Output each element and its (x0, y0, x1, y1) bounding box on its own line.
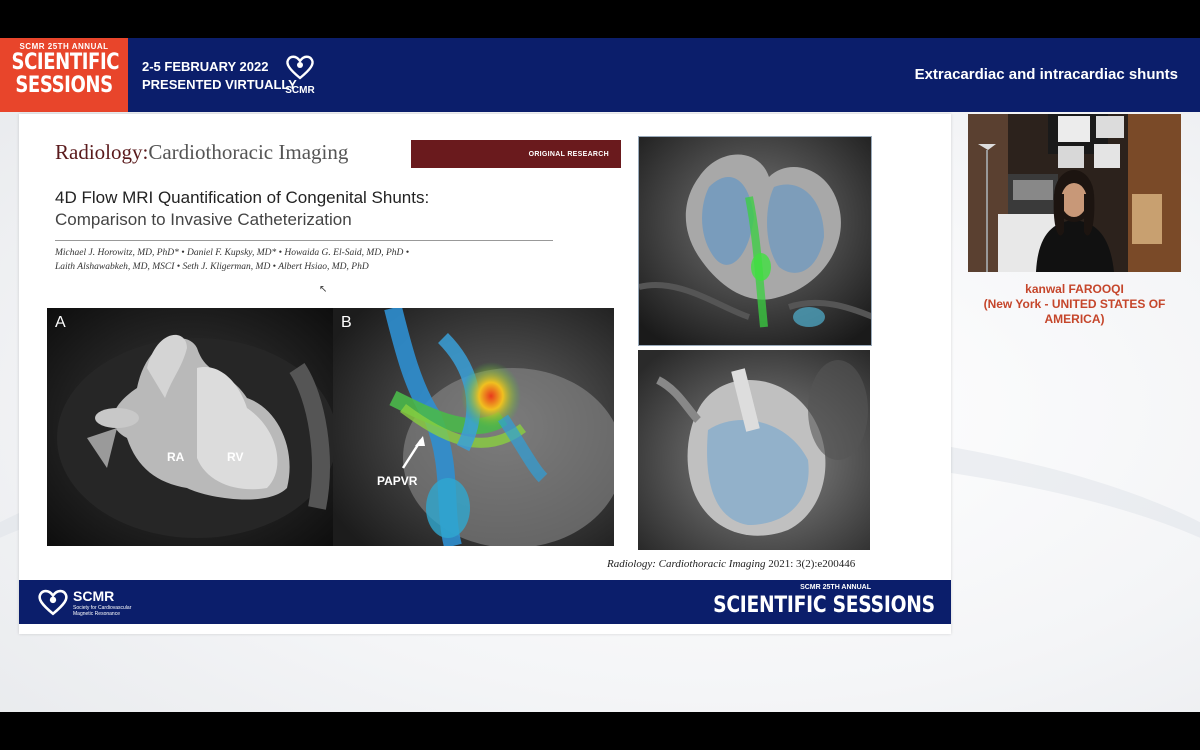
mri-image-a (47, 308, 333, 546)
presenter-video (968, 114, 1181, 272)
logo-line-2: SESSIONS (15, 73, 113, 98)
mri-panel-b: B PAPVR (333, 308, 614, 546)
letterbox-top (0, 0, 1200, 38)
article-subtitle: Comparison to Invasive Catheterization (55, 210, 352, 229)
scmr-logo: SCMR (282, 54, 318, 98)
presenter-caption: kanwal FAROOQI (New York - UNITED STATES… (962, 282, 1187, 327)
journal-title: Radiology: (55, 140, 149, 164)
presenter-video-feed (968, 114, 1181, 272)
logo-line-1: SCIENTIFIC (11, 50, 120, 75)
journal-section: Cardiothoracic Imaging (148, 140, 349, 164)
session-title: Extracardiac and intracardiac shunts (914, 66, 1178, 83)
scmr-logo-text: SCMR (285, 85, 315, 96)
label-papvr: PAPVR (377, 474, 418, 488)
article-title: 4D Flow MRI Quantification of Congenital… (55, 188, 430, 207)
heart-logo-icon (286, 55, 314, 80)
presenter-name: kanwal FAROOQI (1025, 282, 1124, 296)
presenter-location: (New York - UNITED STATES OF AMERICA) (983, 297, 1166, 326)
presentation-slide: Radiology:Cardiothoracic Imaging ORIGINA… (19, 114, 951, 634)
scientific-sessions-logo: SCMR 25TH ANNUAL SCIENTIFIC SESSIONS (0, 38, 128, 112)
event-header: SCMR 25TH ANNUAL SCIENTIFIC SESSIONS 2-5… (0, 38, 1200, 112)
article-citation: Radiology: Cardiothoracic Imaging 2021: … (607, 558, 855, 570)
event-dates: 2-5 FEBRUARY 2022 PRESENTED VIRTUALLY (142, 58, 297, 94)
journal-name: Radiology:Cardiothoracic Imaging (55, 140, 348, 165)
slide-footer: SCMR Society for Cardiovascular Magnetic… (19, 580, 951, 624)
heart-logo-icon (38, 589, 68, 616)
footer-scmr-logo: SCMR Society for Cardiovascular Magnetic… (37, 588, 131, 621)
label-right-atrium: RA (167, 450, 185, 464)
mri-image-b (333, 308, 614, 546)
panel-label-b: B (341, 314, 352, 331)
footer-sessions-text: SCIENTIFIC SESSIONS (713, 593, 935, 618)
mri-panel-ventricle (638, 350, 870, 550)
mri-image-4ch (639, 137, 871, 345)
footer-org-description: Society for Cardiovascular Magnetic Reso… (73, 605, 132, 617)
article-authors-line-2: Laith Alshawabkeh, MD, MSCI • Seth J. Kl… (55, 262, 369, 272)
video-stage: SCMR 25TH ANNUAL SCIENTIFIC SESSIONS 2-5… (0, 38, 1200, 712)
event-date-range: 2-5 FEBRUARY 2022 (142, 59, 269, 74)
article-type-tag: ORIGINAL RESEARCH (411, 140, 621, 168)
article-authors-line-1: Michael J. Horowitz, MD, PhD* • Daniel F… (55, 248, 410, 258)
mri-image-ventricle (638, 350, 870, 550)
mouse-cursor-icon: ↖ (319, 284, 328, 295)
panel-label-a: A (55, 314, 66, 331)
letterbox-bottom (0, 712, 1200, 750)
footer-org-name: SCMR (73, 588, 115, 604)
event-format: PRESENTED VIRTUALLY (142, 77, 297, 92)
mri-panel-a: A RA RV (47, 308, 333, 546)
label-right-ventricle: RV (227, 450, 244, 464)
footer-annual-text: SCMR 25TH ANNUAL (800, 584, 871, 591)
title-divider (55, 240, 553, 241)
citation-reference: 2021: 3(2):e200446 (768, 558, 856, 570)
citation-journal: Radiology: Cardiothoracic Imaging (607, 558, 766, 570)
mri-panel-4ch (638, 136, 872, 346)
